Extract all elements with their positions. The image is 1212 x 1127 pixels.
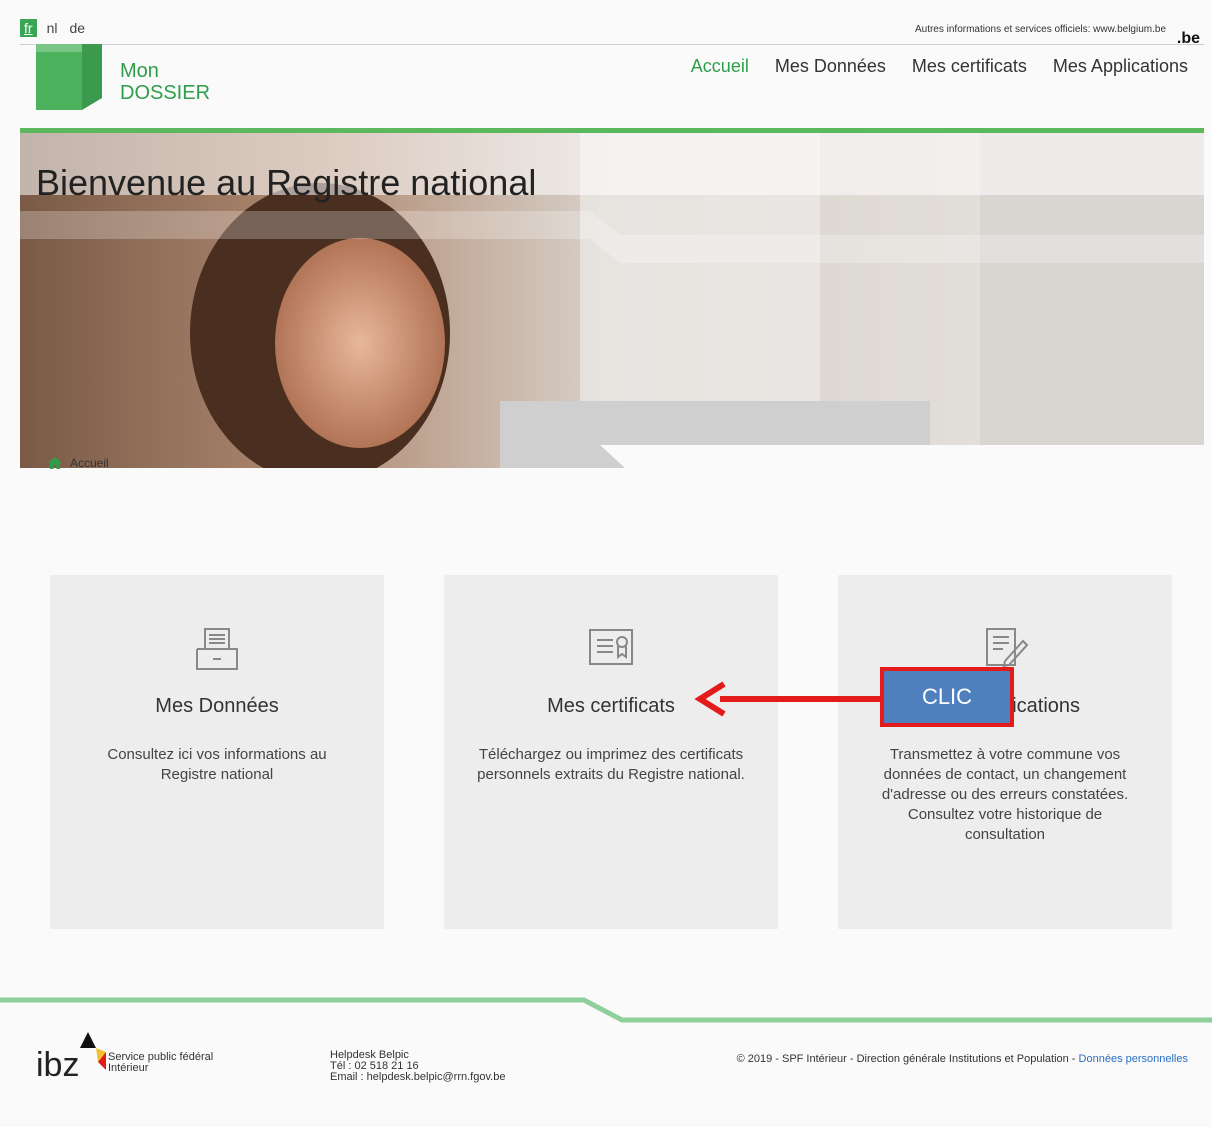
nav-accueil[interactable]: Accueil <box>691 56 749 77</box>
card-mes-donnees[interactable]: Mes Données Consultez ici vos informatio… <box>50 575 384 929</box>
ibz-line-2: Intérieur <box>108 1062 149 1074</box>
breadcrumb: Accueil <box>48 456 109 470</box>
copyright-text: © 2019 - SPF Intérieur - Direction génér… <box>736 1053 1079 1065</box>
ibz-logo[interactable]: ibz <box>36 1030 106 1080</box>
helpdesk-info: Helpdesk Belpic Tél : 02 518 21 16 Email… <box>330 1050 505 1083</box>
official-info-link[interactable]: Autres informations et services officiel… <box>915 24 1166 35</box>
card-description: Transmettez à votre commune vos données … <box>881 746 1129 843</box>
ibz-logo-text: ibz <box>36 1046 79 1080</box>
card-title: Mes Données <box>155 695 279 717</box>
hero-title: Bienvenue au Registre national <box>36 162 537 203</box>
certificate-icon <box>444 627 778 675</box>
nav-mes-donnees[interactable]: Mes Données <box>775 56 886 77</box>
logo-line-mon: Mon <box>120 60 159 82</box>
nav-mes-certificats[interactable]: Mes certificats <box>912 56 1027 77</box>
footer-green-line <box>0 997 1212 1023</box>
privacy-link[interactable]: Données personnelles <box>1079 1053 1188 1065</box>
main-nav: Accueil Mes Données Mes certificats Mes … <box>691 56 1188 77</box>
footer-copyright: © 2019 - SPF Intérieur - Direction génér… <box>737 1053 1188 1065</box>
belgium-be-logo[interactable]: .be <box>1177 30 1200 48</box>
lang-nl[interactable]: nl <box>45 19 60 37</box>
lang-de[interactable]: de <box>67 19 87 37</box>
language-switcher: fr nl de <box>20 18 87 38</box>
home-icon[interactable] <box>48 457 62 469</box>
lang-fr[interactable]: fr <box>20 19 37 37</box>
annotation-arrow-icon <box>694 681 882 717</box>
logo-text: Mon DOSSIER <box>120 60 210 104</box>
card-description: Téléchargez ou imprimez des certificats … <box>477 746 745 783</box>
card-mes-applications[interactable]: Mes Applications Transmettez à votre com… <box>838 575 1172 929</box>
breadcrumb-accueil[interactable]: Accueil <box>70 456 109 470</box>
logo-line-dossier: DOSSIER <box>120 82 211 104</box>
helpdesk-email[interactable]: Email : helpdesk.belpic@rrn.fgov.be <box>330 1072 505 1083</box>
card-mes-certificats[interactable]: Mes certificats Téléchargez ou imprimez … <box>444 575 778 929</box>
clic-annotation: CLIC <box>880 667 1014 727</box>
ibz-service-text: Service public fédéral Intérieur <box>108 1052 213 1074</box>
card-description: Consultez ici vos informations au Regist… <box>107 746 327 783</box>
nav-mes-applications[interactable]: Mes Applications <box>1053 56 1188 77</box>
drawer-icon <box>50 627 384 675</box>
